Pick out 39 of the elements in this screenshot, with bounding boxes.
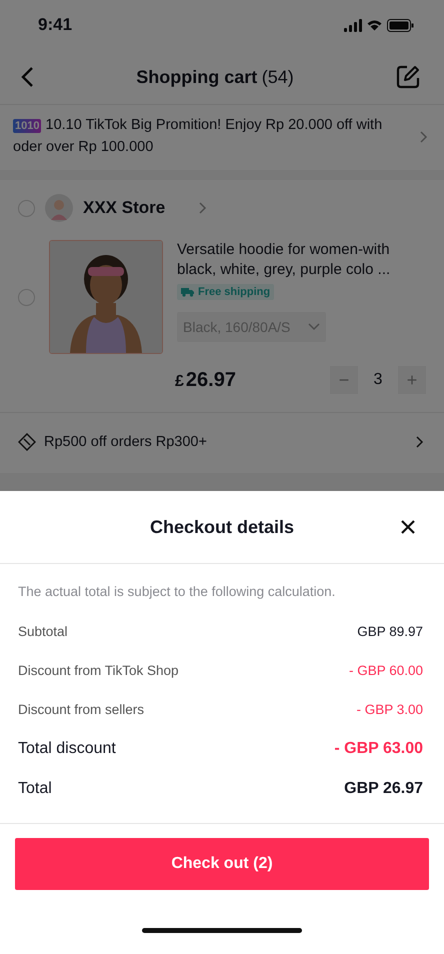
summary-value: - GBP 60.00 — [348, 663, 423, 678]
cart-count: (54) — [262, 66, 294, 86]
store-checkbox[interactable] — [18, 200, 35, 216]
chevron-icon[interactable] — [416, 436, 424, 448]
summary-label: Subtotal — [18, 624, 68, 639]
decrease-button[interactable]: − — [330, 366, 358, 394]
shipping-tag: Free shipping — [177, 284, 274, 300]
page-title: Shopping cart — [136, 66, 258, 86]
dim-overlay[interactable] — [0, 0, 444, 491]
edit-icon[interactable] — [396, 65, 420, 89]
wifi-icon — [367, 19, 382, 31]
status-time: 9:41 — [38, 15, 72, 35]
promo-text: 1010 10.10 TikTok Big Promition! Enjoy Rp 20.000 off with oder over Rp 100.000 — [13, 116, 384, 157]
summary-value: GBP 89.97 — [357, 624, 423, 639]
checkout-button[interactable]: Check out (2) — [15, 838, 429, 890]
calculation-note: The actual total is subject to the following calculation. — [18, 584, 336, 599]
item-checkbox[interactable] — [18, 288, 35, 306]
store-name[interactable]: XXX Store — [83, 198, 166, 218]
chevron-down-icon — [308, 323, 320, 331]
truck-icon — [181, 287, 195, 297]
increase-button[interactable]: + — [398, 366, 426, 394]
summary-label: Total discount — [18, 740, 116, 758]
item-price: £26.97 — [175, 368, 236, 392]
signal-icon — [344, 18, 362, 32]
close-icon[interactable] — [401, 520, 415, 534]
quantity-value: 3 — [372, 371, 384, 389]
summary-value: - GBP 3.00 — [356, 702, 423, 717]
sheet-title: Checkout details — [150, 516, 294, 538]
battery-icon — [387, 18, 414, 32]
voucher-text[interactable]: Rp500 off orders Rp300+ — [44, 434, 408, 450]
ticket-icon — [18, 433, 36, 451]
back-icon[interactable] — [20, 66, 34, 88]
product-title[interactable]: Versatile hoodie for women-with black, white, grey, purple colo ... — [177, 240, 426, 280]
summary-label: Discount from sellers — [18, 702, 144, 717]
summary-value: GBP 26.97 — [344, 780, 423, 798]
summary-label: Discount from TikTok Shop — [18, 663, 179, 678]
store-avatar — [45, 194, 73, 222]
summary-value: - GBP 63.00 — [334, 740, 423, 758]
summary-label: Total — [18, 780, 52, 798]
